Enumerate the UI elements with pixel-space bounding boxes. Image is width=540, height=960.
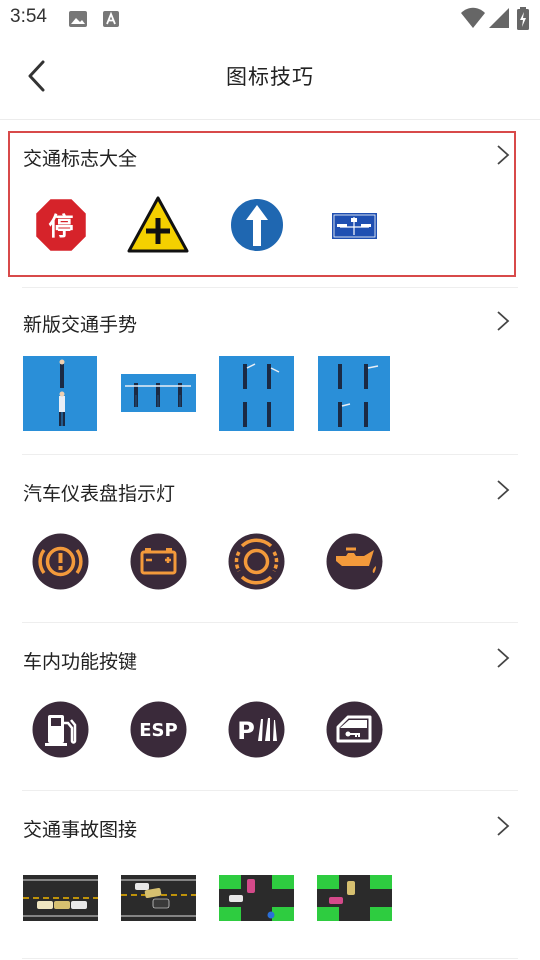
accident-intersection-2-image[interactable] bbox=[317, 875, 392, 921]
direction-guide-icon[interactable] bbox=[332, 213, 377, 239]
section-traffic-signs[interactable]: 交通标志大全 停 bbox=[0, 120, 540, 288]
page-title: 图标技巧 bbox=[226, 65, 314, 89]
a-box-icon bbox=[102, 10, 120, 32]
chevron-right-icon[interactable] bbox=[492, 647, 514, 669]
section-title: 交通标志大全 bbox=[23, 148, 138, 170]
accident-lane-change-image[interactable] bbox=[121, 875, 196, 921]
accident-rear-end-image[interactable] bbox=[23, 875, 98, 921]
oil-pressure-icon[interactable] bbox=[326, 533, 383, 590]
chevron-right-icon[interactable] bbox=[492, 144, 514, 166]
section-accident-diagrams[interactable]: 交通事故图接 bbox=[0, 791, 540, 960]
parking-text: P bbox=[237, 717, 255, 745]
gesture-stop-image[interactable] bbox=[23, 356, 97, 431]
brake-warning-icon[interactable] bbox=[32, 533, 89, 590]
gesture-right-turn-image[interactable] bbox=[318, 356, 390, 431]
esp-text: ESP bbox=[139, 720, 177, 741]
section-title: 新版交通手势 bbox=[23, 314, 138, 336]
nav-bar: 图标技巧 bbox=[0, 38, 540, 120]
status-time: 3:54 bbox=[10, 6, 47, 27]
section-title: 交通事故图接 bbox=[23, 819, 138, 841]
brake-pad-icon[interactable] bbox=[228, 533, 285, 590]
fuel-icon[interactable] bbox=[32, 701, 89, 758]
chevron-right-icon[interactable] bbox=[492, 479, 514, 501]
esp-icon[interactable]: ESP bbox=[130, 701, 187, 758]
crossroad-warning-icon[interactable] bbox=[127, 196, 189, 254]
wifi-icon bbox=[460, 7, 486, 33]
stop-sign-icon[interactable]: 停 bbox=[33, 196, 89, 254]
gesture-straight-image[interactable] bbox=[121, 374, 196, 412]
stop-sign-text: 停 bbox=[48, 212, 73, 241]
image-icon bbox=[68, 10, 88, 32]
status-bar: 3:54 bbox=[0, 0, 540, 38]
section-title: 车内功能按键 bbox=[23, 651, 138, 673]
straight-ahead-icon[interactable] bbox=[228, 196, 286, 254]
door-lock-icon[interactable] bbox=[326, 701, 383, 758]
battery-warning-icon[interactable] bbox=[130, 533, 187, 590]
signal-icon bbox=[488, 7, 510, 33]
section-title: 汽车仪表盘指示灯 bbox=[23, 483, 176, 505]
section-traffic-gestures[interactable]: 新版交通手势 bbox=[0, 288, 540, 454]
section-divider bbox=[22, 958, 518, 959]
chevron-right-icon[interactable] bbox=[492, 815, 514, 837]
battery-charging-icon bbox=[516, 7, 530, 35]
section-car-function-keys[interactable]: 车内功能按键 ESP P bbox=[0, 623, 540, 790]
gesture-left-turn-image[interactable] bbox=[219, 356, 294, 431]
section-dashboard-indicators[interactable]: 汽车仪表盘指示灯 bbox=[0, 455, 540, 622]
parking-sensor-icon[interactable]: P bbox=[228, 701, 285, 758]
accident-intersection-1-image[interactable] bbox=[219, 875, 294, 921]
chevron-right-icon[interactable] bbox=[492, 310, 514, 332]
